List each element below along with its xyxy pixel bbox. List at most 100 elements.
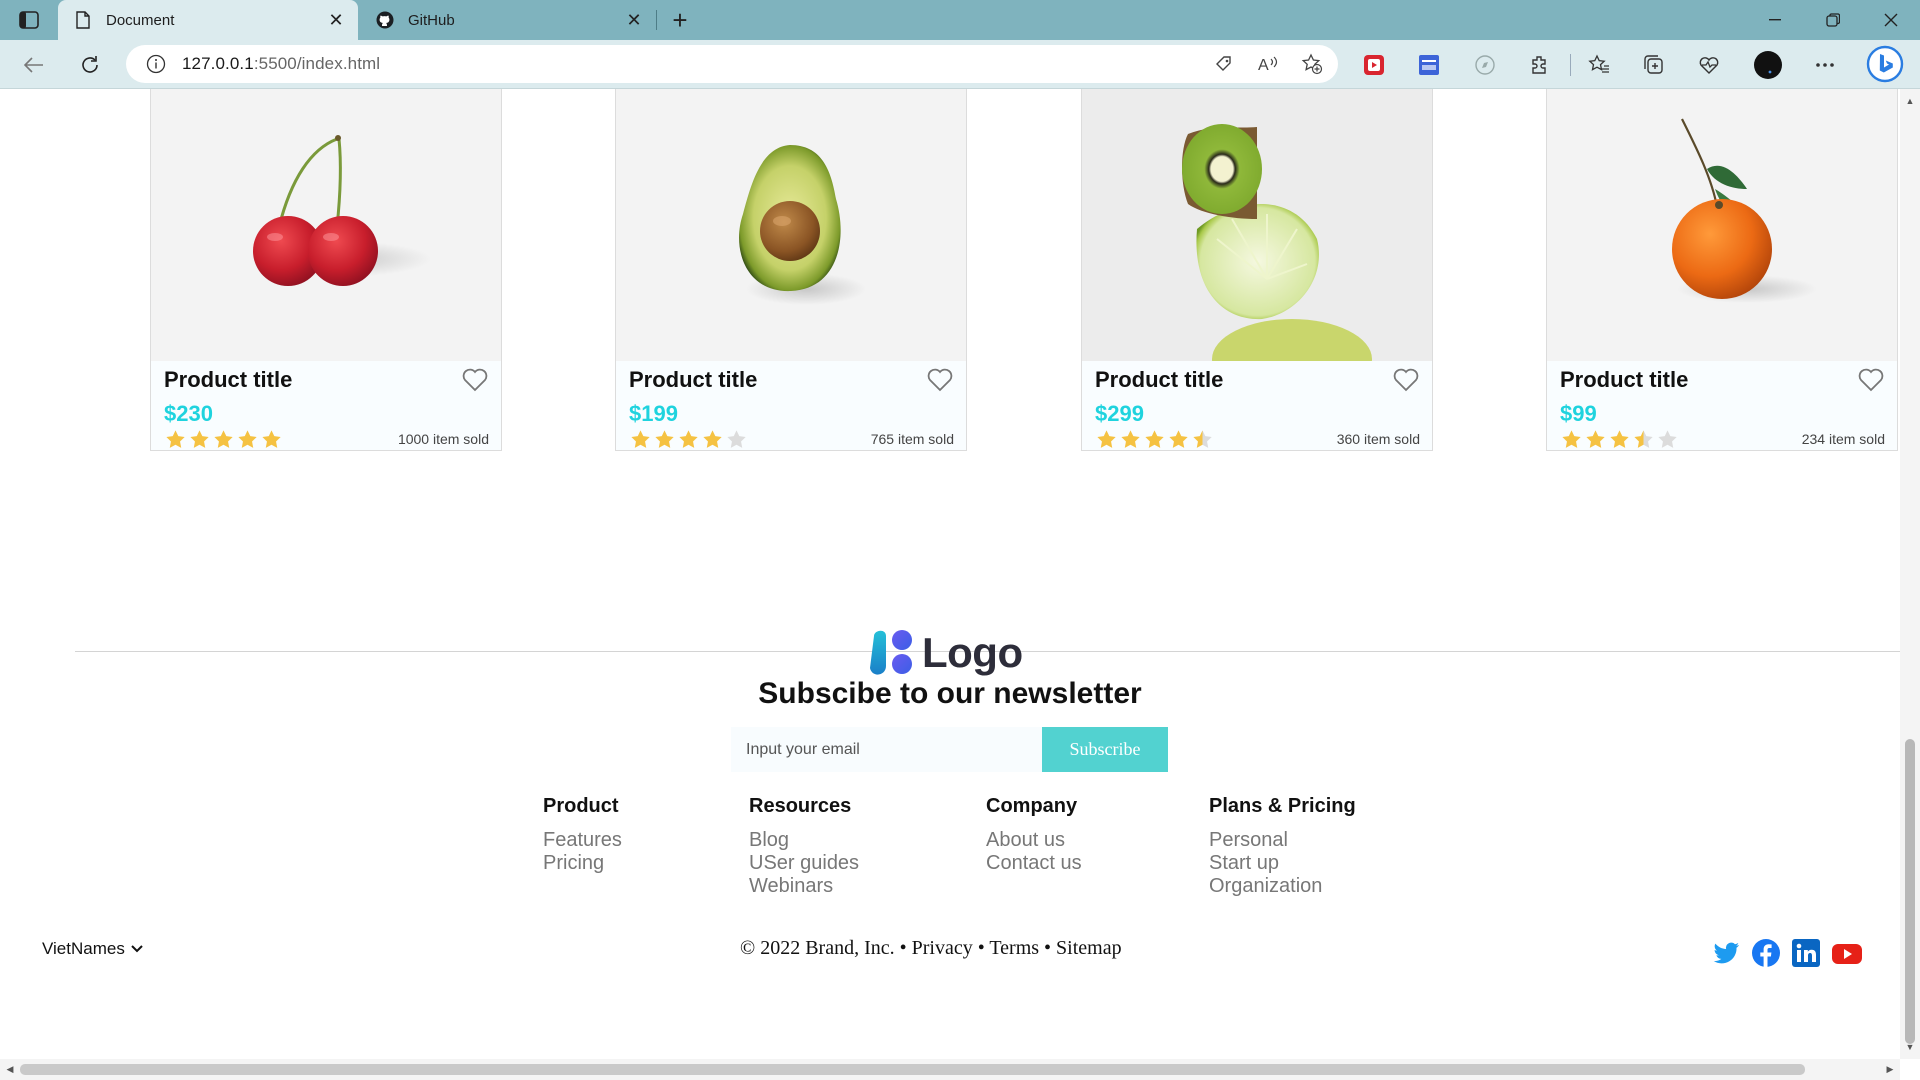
- sold-count: 360 item sold: [1336, 431, 1420, 447]
- star-icon: [190, 430, 209, 448]
- heart-icon[interactable]: [926, 367, 954, 393]
- product-card[interactable]: Product title $199 765 item sold: [615, 89, 967, 451]
- read-aloud-icon[interactable]: A: [1256, 52, 1280, 76]
- footer-link-user-guides[interactable]: USer guides: [749, 852, 859, 875]
- chevron-down-icon: [131, 945, 143, 953]
- star-icon: [214, 430, 233, 448]
- tab-github[interactable]: GitHub ✕: [360, 0, 656, 40]
- product-image-tangerine[interactable]: [1547, 89, 1897, 361]
- scroll-right-arrow-icon[interactable]: ▶: [1882, 1059, 1898, 1080]
- product-price: $199: [629, 401, 678, 426]
- footer-link-about-us[interactable]: About us: [986, 829, 1082, 852]
- compass-icon[interactable]: [1472, 52, 1498, 78]
- scroll-up-arrow-icon[interactable]: ▲: [1900, 93, 1920, 109]
- product-image-kiwi-lime[interactable]: [1082, 89, 1432, 361]
- twitter-icon[interactable]: [1711, 938, 1741, 968]
- star-icon: [1586, 430, 1605, 448]
- footer-link-blog[interactable]: Blog: [749, 829, 859, 852]
- heart-icon[interactable]: [1857, 367, 1885, 393]
- newsletter-form: Subscribe: [731, 727, 1168, 772]
- url-path: :5500/index.html: [253, 54, 381, 73]
- product-info: Product title $99 234 item sold: [1547, 361, 1897, 450]
- close-window-button[interactable]: [1862, 0, 1920, 40]
- linkedin-icon[interactable]: [1791, 938, 1821, 968]
- footer-link-pricing[interactable]: Pricing: [543, 852, 622, 875]
- product-title[interactable]: Product title: [1095, 367, 1223, 393]
- product-title[interactable]: Product title: [164, 367, 292, 393]
- extension-red-icon[interactable]: [1361, 52, 1387, 78]
- refresh-icon[interactable]: [74, 49, 106, 81]
- scroll-down-arrow-icon[interactable]: ▼: [1900, 1039, 1920, 1055]
- new-tab-button[interactable]: +: [666, 5, 694, 35]
- product-price: $99: [1560, 401, 1597, 426]
- subscribe-button[interactable]: Subscribe: [1042, 727, 1168, 772]
- add-favorite-icon[interactable]: [1300, 52, 1324, 76]
- footer-logo[interactable]: Logo: [868, 628, 1023, 678]
- address-bar: 127.0.0.1:5500/index.html A: [0, 40, 1920, 89]
- svg-text:A: A: [1258, 57, 1269, 74]
- youtube-icon[interactable]: [1831, 938, 1862, 968]
- product-info: Product title $299 360 item sold: [1082, 361, 1432, 450]
- minimize-button[interactable]: [1746, 0, 1804, 40]
- footer-link-webinars[interactable]: Webinars: [749, 875, 859, 898]
- bing-copilot-icon[interactable]: [1866, 45, 1904, 83]
- toolbar-separator: [1570, 54, 1571, 76]
- extensions-icon[interactable]: [1527, 52, 1553, 78]
- language-selector[interactable]: VietNames: [42, 939, 143, 959]
- sidebar-tabs-icon[interactable]: [18, 10, 40, 30]
- star-icon: [1562, 430, 1581, 448]
- product-title[interactable]: Product title: [629, 367, 757, 393]
- vertical-scrollbar-thumb[interactable]: [1905, 739, 1915, 1044]
- tab-document[interactable]: Document ✕: [58, 0, 358, 40]
- footer-link-organization[interactable]: Organization: [1209, 875, 1356, 898]
- profile-avatar[interactable]: [1753, 50, 1783, 80]
- collections-icon[interactable]: [1641, 52, 1667, 78]
- product-card[interactable]: Product title $99 234 item sold: [1546, 89, 1898, 451]
- product-price: $230: [164, 401, 213, 426]
- heart-icon[interactable]: [461, 367, 489, 393]
- star-icon: [1193, 430, 1212, 448]
- product-card[interactable]: Product title $230 1000 item sold: [150, 89, 502, 451]
- tag-icon[interactable]: [1212, 52, 1236, 76]
- footer-link-start-up[interactable]: Start up: [1209, 852, 1356, 875]
- page-viewport: Product title $230 1000 item sold Produc…: [0, 89, 1900, 1059]
- star-rating: [1560, 429, 1679, 449]
- scroll-left-arrow-icon[interactable]: ◀: [2, 1059, 18, 1080]
- facebook-icon[interactable]: [1751, 938, 1781, 968]
- close-icon[interactable]: ✕: [322, 6, 350, 34]
- footer-link-contact-us[interactable]: Contact us: [986, 852, 1082, 875]
- back-icon[interactable]: [18, 49, 50, 81]
- footer-column-plans-pricing: Plans & Pricing Personal Start up Organi…: [1209, 795, 1356, 898]
- url-field[interactable]: 127.0.0.1:5500/index.html A: [126, 45, 1338, 83]
- star-rating: [629, 429, 748, 449]
- footer-link-personal[interactable]: Personal: [1209, 829, 1356, 852]
- more-options-icon[interactable]: [1812, 52, 1838, 78]
- product-price: $299: [1095, 401, 1144, 426]
- url-text: 127.0.0.1:5500/index.html: [182, 54, 380, 74]
- star-icon: [1610, 430, 1629, 448]
- product-image-cherry[interactable]: [151, 89, 501, 361]
- close-icon[interactable]: ✕: [620, 6, 648, 34]
- extension-blue-icon[interactable]: [1416, 52, 1442, 78]
- heart-icon[interactable]: [1392, 367, 1420, 393]
- product-info: Product title $199 765 item sold: [616, 361, 966, 450]
- email-field[interactable]: [731, 727, 1042, 772]
- footer-link-features[interactable]: Features: [543, 829, 622, 852]
- product-image-avocado[interactable]: [616, 89, 966, 361]
- footer-column-heading: Product: [543, 795, 619, 817]
- info-icon[interactable]: [146, 54, 166, 74]
- tab-bar: Document ✕ GitHub ✕ +: [0, 0, 1920, 40]
- product-card[interactable]: Product title $299 360 item sold: [1081, 89, 1433, 451]
- star-rating: [1095, 429, 1214, 449]
- star-icon: [679, 430, 698, 448]
- horizontal-scrollbar-thumb[interactable]: [20, 1064, 1805, 1075]
- product-title[interactable]: Product title: [1560, 367, 1688, 393]
- favorites-icon[interactable]: [1586, 52, 1612, 78]
- star-icon: [1169, 430, 1188, 448]
- logo-mark-icon: [870, 630, 912, 675]
- vertical-scrollbar[interactable]: ▲ ▼: [1900, 89, 1920, 1059]
- star-icon: [631, 430, 650, 448]
- restore-button[interactable]: [1804, 0, 1862, 40]
- health-icon[interactable]: [1696, 52, 1722, 78]
- horizontal-scrollbar[interactable]: ◀ ▶: [0, 1059, 1900, 1080]
